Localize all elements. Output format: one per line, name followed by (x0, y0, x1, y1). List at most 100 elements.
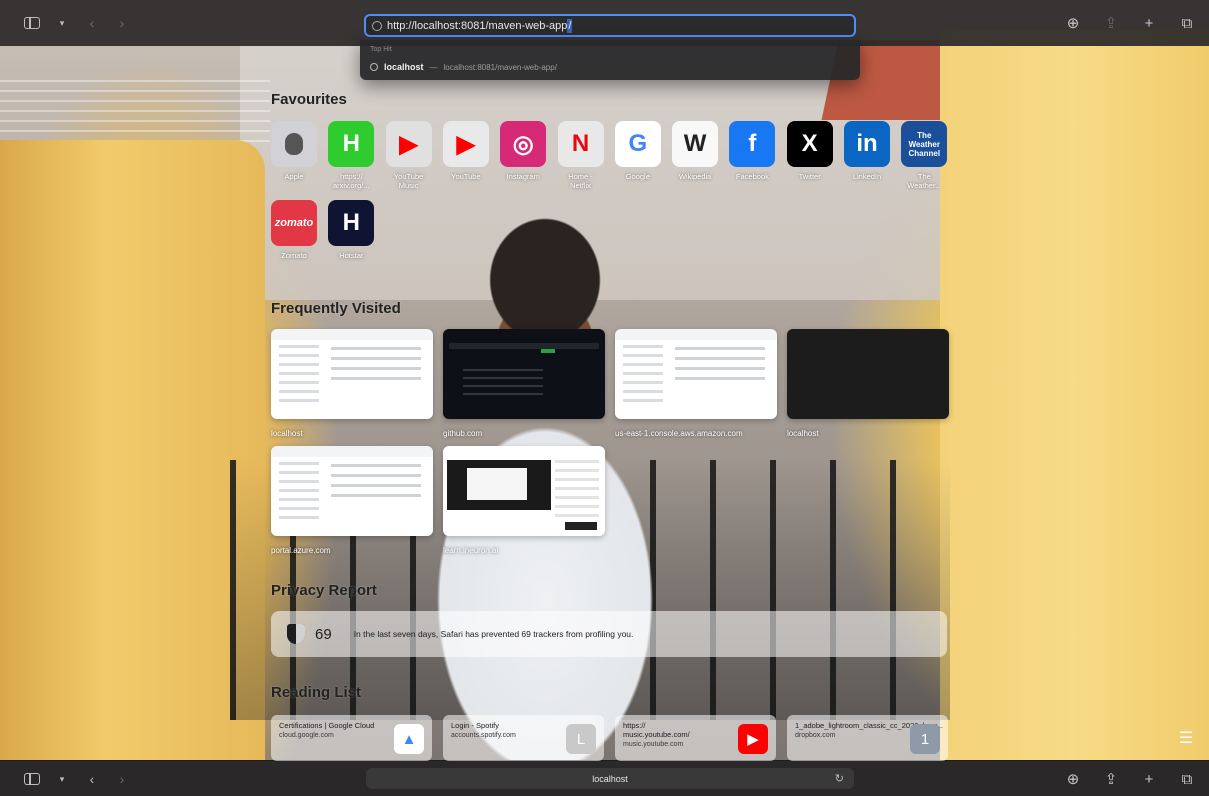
reload-icon[interactable]: ↻ (835, 772, 844, 785)
address-bar[interactable]: http://localhost:8081/maven-web-app/ (364, 14, 856, 37)
top-hit-title: localhost (384, 62, 424, 72)
frequently-visited-thumbnail[interactable] (615, 329, 777, 419)
favourite-glyph: zomato (274, 217, 314, 229)
reading-list-item[interactable]: Certifications | Google Cloud cloud.googl… (271, 715, 432, 761)
favourite-glyph: H (342, 209, 360, 236)
new-tab-icon[interactable]: + (1139, 13, 1159, 33)
top-hit-item[interactable]: localhost — localhost:8081/maven-web-app… (370, 62, 557, 72)
favourite-item[interactable]: Hhttps:// arxiv.org/... (326, 121, 376, 190)
wallpaper-right-wall (940, 30, 1209, 760)
favourite-label: The Weather... (907, 172, 942, 190)
share-icon[interactable]: ⇪ (1101, 769, 1121, 789)
frequently-visited-thumbnail[interactable] (271, 446, 433, 536)
back-icon[interactable]: ‹ (82, 13, 102, 33)
frequently-visited-title: Frequently Visited (271, 300, 401, 317)
favourite-icon: ▶ (442, 121, 489, 167)
favourite-icon: The Weather Channel (901, 121, 948, 167)
reading-list-title-text: 1_adobe_lightroom_classic_cc_2020_k_pr..… (795, 721, 944, 730)
favourite-item[interactable]: The Weather Channel The Weather... (899, 121, 949, 190)
address-input-text[interactable]: http://localhost:8081/maven-web-app/ (387, 18, 573, 33)
favourite-icon: H (328, 200, 375, 246)
frequently-visited-label: portal.azure.com (271, 546, 331, 555)
download-icon[interactable]: ⊕ (1063, 13, 1083, 33)
sidebar-icon[interactable] (22, 769, 42, 789)
forward-icon[interactable]: › (112, 769, 132, 789)
favourite-label: https:// arxiv.org/... (333, 172, 370, 190)
favourite-label: Hotstar (339, 251, 364, 260)
globe-icon (370, 63, 378, 71)
globe-icon (372, 20, 382, 31)
favourite-icon: N (557, 121, 604, 167)
download-icon[interactable]: ⊕ (1063, 769, 1083, 789)
favourite-icon: zomato (271, 200, 317, 246)
reading-list-title-text: https:// music.youtube.com/ (623, 721, 690, 739)
favourite-item[interactable]: G Google (613, 121, 663, 181)
favourite-label: Google (625, 172, 650, 181)
wallpaper-left-post (0, 140, 265, 760)
favourite-item[interactable]: X Twitter (785, 121, 835, 181)
favourite-label: Instagram (506, 172, 540, 181)
favourite-label: YouTube (451, 172, 481, 181)
frequently-visited-thumbnail[interactable] (443, 329, 605, 419)
favourite-glyph: G (628, 130, 648, 157)
address-autocomplete-selection: / (567, 18, 573, 33)
favourite-icon: in (844, 121, 890, 167)
address-text: localhost (592, 773, 628, 784)
favourite-item[interactable]: ▶ YouTube (441, 121, 491, 181)
favourite-glyph: ◎ (512, 130, 534, 158)
favourite-label: Zomato (281, 251, 307, 260)
reading-list-thumbnail-icon: ▲ (394, 724, 424, 754)
customize-sliders-icon[interactable]: ☰ (1175, 728, 1197, 750)
favourite-glyph: W (683, 130, 707, 157)
favourite-glyph: ▶ (456, 130, 476, 158)
favourite-item[interactable]: ◎ Instagram (498, 121, 548, 181)
favourite-glyph: The Weather Channel (908, 130, 941, 158)
favourite-label: Wikipedia (678, 172, 712, 181)
reading-list-item[interactable]: Login - Spotify accounts.spotify.com L (443, 715, 604, 761)
reading-list-item[interactable]: 1_adobe_lightroom_classic_cc_2020_k_pr..… (787, 715, 948, 761)
reading-list-item[interactable]: https:// music.youtube.com/music.youtube… (615, 715, 776, 761)
favourite-icon: W (672, 121, 719, 167)
favourite-item[interactable]: Apple (269, 121, 319, 181)
tracker-count: 69 (315, 625, 332, 643)
frequently-visited-label: github.com (443, 429, 483, 438)
favourite-glyph: H (342, 130, 360, 157)
chevron-down-icon[interactable]: ▾ (52, 13, 72, 33)
favourite-item[interactable]: f Facebook (727, 121, 777, 181)
favourite-label: YouTube Music (393, 172, 424, 190)
favourite-item[interactable]: W Wikipedia (670, 121, 720, 181)
reading-list-title-text: Certifications | Google Cloud (279, 721, 375, 730)
favourite-item[interactable]: zomato Zomato (269, 200, 319, 260)
shield-icon (287, 624, 305, 644)
new-tab-icon[interactable]: + (1139, 769, 1159, 789)
sidebar-icon[interactable] (22, 13, 42, 33)
favourite-icon: H (328, 121, 375, 167)
frequently-visited-thumbnail[interactable] (271, 329, 433, 419)
tab-overview-icon[interactable]: ⧉ (1177, 769, 1197, 789)
privacy-report-title: Privacy Report (271, 582, 377, 599)
tab-overview-icon[interactable]: ⧉ (1177, 13, 1197, 33)
top-hit-url: localhost:8081/maven-web-app/ (443, 62, 557, 72)
favourite-icon: G (614, 121, 661, 167)
reading-list-thumbnail-icon: L (566, 724, 596, 754)
frequently-visited-label: localhost (271, 429, 303, 438)
favourite-icon (271, 121, 317, 167)
forward-icon[interactable]: › (112, 13, 132, 33)
frequently-visited-thumbnail[interactable] (787, 329, 949, 419)
favourite-glyph: in (856, 130, 878, 157)
chevron-down-icon[interactable]: ▾ (52, 769, 72, 789)
bottom-toolbar: ▾ ‹ › localhost ↻ ⊕ ⇪ + ⧉ (0, 761, 1209, 796)
favourite-item[interactable]: ▶ YouTube Music (384, 121, 434, 190)
favourite-label: Apple (284, 172, 304, 181)
privacy-report-card[interactable]: 69 In the last seven days, Safari has pr… (271, 611, 947, 657)
favourite-item[interactable]: in LinkedIn (842, 121, 892, 181)
favourite-label: Home - Netflix (568, 172, 593, 190)
back-icon[interactable]: ‹ (82, 769, 102, 789)
favourite-item[interactable]: N Home - Netflix (556, 121, 606, 190)
address-bar-bottom[interactable]: localhost ↻ (366, 768, 854, 789)
frequently-visited-thumbnail[interactable] (443, 446, 605, 536)
favourite-label: LinkedIn (852, 172, 882, 181)
share-icon[interactable]: ⇪ (1101, 13, 1121, 33)
frequently-visited-label: localhost (787, 429, 819, 438)
favourite-item[interactable]: H Hotstar (326, 200, 376, 260)
